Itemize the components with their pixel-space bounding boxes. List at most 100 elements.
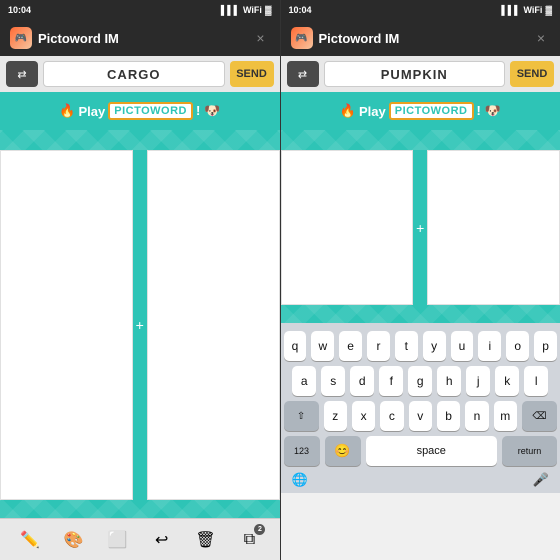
key-a[interactable]: a [292,366,316,396]
globe-icon[interactable]: 🌐 [292,472,308,488]
key-numbers[interactable]: 123 [284,436,320,466]
key-shift[interactable]: ⇧ [284,401,319,431]
send-button-left[interactable]: SEND [230,61,274,87]
word-input-right[interactable]: PUMPKIN [324,61,506,87]
keyboard-row-3: ⇧ z x c v b n m ⌫ [284,401,558,431]
pictoword-label-right: PICTOWORD [389,102,474,120]
title-bar-right: 🎮 Pictoword IM × [281,20,560,56]
shuffle-button-right[interactable]: ⇄ [287,61,319,87]
key-f[interactable]: f [379,366,403,396]
trash-button-left[interactable]: 🗑 [190,524,222,556]
key-y[interactable]: y [423,331,446,361]
status-icons-left: ▌▌▌ WiFi ▓ [221,5,272,15]
key-i[interactable]: i [478,331,501,361]
pencil-icon-left: ✏️ [20,530,40,550]
bottom-teal-left [0,500,280,518]
dog-emoji-left: ! 🐶 [196,103,220,119]
banner-left: 🔥 Play PICTOWORD ! 🐶 [0,92,280,130]
eraser-icon-left: ⬜ [108,530,128,550]
signal-left: ▌▌▌ [221,5,240,15]
close-button-right[interactable]: × [532,29,550,47]
key-e[interactable]: e [339,331,362,361]
input-row-right: ⇄ PUMPKIN SEND [281,56,560,92]
key-x[interactable]: x [352,401,375,431]
layers-button-left[interactable]: ⧉ 2 [233,524,265,556]
shuffle-button-left[interactable]: ⇄ [6,61,38,87]
image-slot-right-1[interactable] [281,150,414,305]
key-c[interactable]: c [380,401,403,431]
palette-button-left[interactable]: 🎨 [58,524,90,556]
key-w[interactable]: w [311,331,334,361]
app-icon-left: 🎮 [10,27,32,49]
title-bar-content-left: 🎮 Pictoword IM [10,27,119,49]
play-label-left: Play [79,104,106,119]
key-o[interactable]: o [506,331,529,361]
status-icons-right: ▌▌▌ WiFi ▓ [501,5,552,15]
mic-icon[interactable]: 🎤 [533,472,549,488]
banner-content-left: 🔥 Play PICTOWORD ! 🐶 [59,102,220,120]
key-h[interactable]: h [437,366,461,396]
key-r[interactable]: r [367,331,390,361]
key-z[interactable]: z [324,401,347,431]
layers-icon-left: ⧉ [244,531,255,549]
shuffle-icon-left: ⇄ [17,68,26,81]
keyboard-row-2: a s d f g h j k l [284,366,558,396]
image-slot-left-2[interactable] [147,150,280,500]
key-p[interactable]: p [534,331,557,361]
image-divider-left: + [133,150,147,500]
key-b[interactable]: b [437,401,460,431]
key-g[interactable]: g [408,366,432,396]
bottom-teal-right [281,305,560,323]
key-backspace[interactable]: ⌫ [522,401,557,431]
banner-right: 🔥 Play PICTOWORD ! 🐶 [281,92,560,130]
image-slot-right-2[interactable] [427,150,560,305]
trash-icon-left: 🗑 [195,530,215,550]
keyboard-row-1: q w e r t y u i o p [284,331,558,361]
undo-icon-left: ↩ [155,530,168,550]
app-title-left: Pictoword IM [38,31,119,46]
shuffle-icon-right: ⇄ [298,68,307,81]
word-input-left[interactable]: CARGO [43,61,225,87]
pencil-button-left[interactable]: ✏️ [14,524,46,556]
status-bar-left: 10:04 ▌▌▌ WiFi ▓ [0,0,280,20]
key-d[interactable]: d [350,366,374,396]
key-l[interactable]: l [524,366,548,396]
status-bar-right: 10:04 ▌▌▌ WiFi ▓ [281,0,560,20]
title-bar-left: 🎮 Pictoword IM × [0,20,280,56]
palette-icon-left: 🎨 [64,530,84,550]
toolbar-left: ✏️ 🎨 ⬜ ↩ 🗑 ⧉ 2 [0,518,280,560]
wifi-left: WiFi [243,5,262,15]
image-area-left: + [0,150,280,500]
key-t[interactable]: t [395,331,418,361]
signal-right: ▌▌▌ [501,5,520,15]
key-return[interactable]: return [502,436,557,466]
key-j[interactable]: j [466,366,490,396]
home-bar-area: 🌐 🎤 [284,471,558,489]
key-s[interactable]: s [321,366,345,396]
battery-left: ▓ [265,5,272,15]
eraser-button-left[interactable]: ⬜ [102,524,134,556]
send-button-right[interactable]: SEND [510,61,554,87]
image-slot-left-1[interactable] [0,150,133,500]
battery-right: ▓ [545,5,552,15]
layers-badge-left: 2 [254,524,265,535]
title-bar-content-right: 🎮 Pictoword IM [291,27,400,49]
key-m[interactable]: m [494,401,517,431]
key-v[interactable]: v [409,401,432,431]
key-space[interactable]: space [366,436,498,466]
key-k[interactable]: k [495,366,519,396]
teal-top-right [281,130,560,150]
key-u[interactable]: u [451,331,474,361]
pictoword-label-left: PICTOWORD [108,102,193,120]
key-emoji[interactable]: 😊 [325,436,361,466]
right-panel: 10:04 ▌▌▌ WiFi ▓ 🎮 Pictoword IM × ⇄ PUMP… [281,0,560,560]
play-label-right: Play [359,104,386,119]
image-divider-right: + [413,150,427,305]
teal-top-left [0,130,280,150]
key-q[interactable]: q [284,331,307,361]
left-panel: 10:04 ▌▌▌ WiFi ▓ 🎮 Pictoword IM × ⇄ CARG… [0,0,280,560]
banner-content-right: 🔥 Play PICTOWORD ! 🐶 [340,102,501,120]
undo-button-left[interactable]: ↩ [146,524,178,556]
key-n[interactable]: n [465,401,488,431]
close-button-left[interactable]: × [252,29,270,47]
